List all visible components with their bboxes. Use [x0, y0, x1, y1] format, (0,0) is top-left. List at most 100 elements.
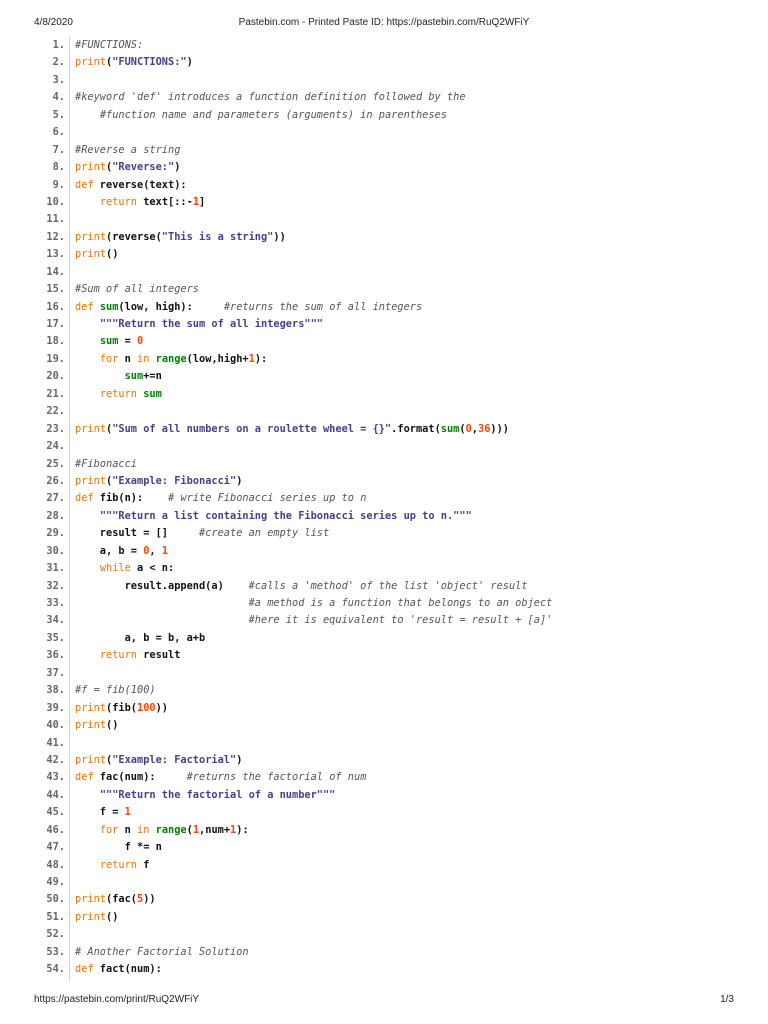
code-line: 21. return sum	[0, 386, 768, 403]
code-line: 16. def sum(low, high): #returns the sum …	[0, 299, 768, 316]
code-token: ))	[155, 701, 169, 714]
line-number: 7.	[52, 143, 65, 156]
line-number: 30.	[46, 544, 65, 557]
code-token: ,	[149, 544, 162, 557]
line-number: 35.	[46, 631, 65, 644]
line-number: 36.	[46, 649, 65, 662]
code-line: 35. a, b = b, a+b	[0, 630, 768, 647]
line-code: #here it is equivalent to 'result = resu…	[75, 612, 553, 629]
comment-token: #Reverse a string	[75, 143, 181, 156]
builtin-token: sum	[440, 422, 460, 435]
line-number: 51.	[46, 910, 65, 923]
line-number: 29.	[46, 527, 65, 540]
string-token: """Return the factorial of a number"""	[99, 788, 336, 801]
comment-token: #Fibonacci	[75, 457, 137, 470]
code-line: 30. a, b = 0, 1	[0, 543, 768, 560]
code-line: 27. def fib(n): # write Fibonacci series …	[0, 490, 768, 507]
keyword-token: print	[75, 422, 106, 435]
line-code: print("Example: Fibonacci")	[75, 473, 242, 490]
comment-token: #here it is equivalent to 'result = resu…	[248, 614, 553, 627]
comment-token: #keyword 'def' introduces a function def…	[75, 91, 466, 104]
keyword-token: print	[75, 701, 106, 714]
comment-token: #create an empty list	[199, 527, 330, 540]
line-code: print()	[75, 909, 118, 926]
string-token: "Example: Factorial"	[112, 753, 237, 766]
code-line: 38. #f = fib(100)	[0, 682, 768, 699]
line-number: 3.	[52, 73, 65, 86]
line-number: 48.	[46, 858, 65, 871]
line-code: while a < n:	[75, 560, 174, 577]
line-code: print("Sum of all numbers on a roulette …	[75, 421, 509, 438]
line-number: 14.	[46, 265, 65, 278]
line-code: print("Example: Factorial")	[75, 752, 242, 769]
code-line: 10. return text[::-1]	[0, 194, 768, 211]
builtin-token: sum	[143, 387, 162, 400]
line-number: 26.	[46, 474, 65, 487]
code-token: fac(num):	[93, 771, 187, 784]
code-token: result.append(a)	[75, 579, 249, 592]
code-line: 12. print(reverse("This is a string"))	[0, 229, 768, 246]
code-token: +=n	[143, 370, 162, 383]
footer-url: https://pastebin.com/print/RuQ2WFiY	[34, 994, 200, 1005]
line-number: 49.	[46, 876, 65, 888]
line-number: 27.	[46, 492, 65, 505]
code-line: 52.	[0, 926, 768, 943]
code-line: 44. """Return the factorial of a number"…	[0, 787, 768, 804]
line-code: #Fibonacci	[75, 456, 137, 473]
line-number: 50.	[46, 893, 65, 906]
line-number: 32.	[46, 579, 65, 592]
code-line: 20. sum+=n	[0, 368, 768, 385]
line-code: #keyword 'def' introduces a function def…	[75, 89, 466, 106]
line-code: return text[::-1]	[75, 194, 205, 211]
keyword-token: for	[99, 823, 119, 836]
line-code: for n in range(1,num+1):	[75, 822, 249, 839]
line-code: return sum	[75, 386, 162, 403]
comment-token: #calls a 'method' of the list 'object' r…	[248, 579, 528, 592]
keyword-token: print	[75, 910, 106, 923]
line-code: a, b = 0, 1	[75, 543, 168, 560]
line-number: 43.	[46, 771, 65, 784]
code-line: 51. print()	[0, 909, 768, 926]
line-number: 39.	[46, 701, 65, 714]
string-token: "FUNCTIONS:"	[112, 56, 187, 69]
keyword-token: print	[75, 719, 106, 732]
code-line: 8. print("Reverse:")	[0, 159, 768, 176]
line-code: print("Reverse:")	[75, 159, 180, 176]
keyword-token: print	[75, 248, 106, 261]
code-line: 33. #a method is a function that belongs…	[0, 595, 768, 612]
keyword-token: in	[137, 823, 150, 836]
code-token: ()	[106, 719, 119, 732]
line-number: 22.	[46, 405, 65, 418]
keyword-token: def	[75, 300, 94, 313]
comment-token: # Another Factorial Solution	[75, 945, 249, 958]
line-number: 8.	[52, 161, 65, 174]
code-line: 48. return f	[0, 857, 768, 874]
keyword-token: def	[75, 963, 94, 976]
code-line: 50. print(fac(5))	[0, 891, 768, 908]
line-number: 10.	[46, 195, 65, 208]
line-code: for n in range(low,high+1):	[75, 351, 267, 368]
line-number: 24.	[46, 440, 65, 453]
line-number: 37.	[46, 666, 65, 679]
line-number: 19.	[46, 352, 65, 365]
keyword-token: while	[99, 562, 131, 575]
keyword-token: def	[75, 771, 94, 784]
code-token: n	[118, 823, 138, 836]
line-code: #a method is a function that belongs to …	[75, 595, 553, 612]
comment-token: #function name and parameters (arguments…	[99, 108, 447, 121]
line-code: print(fib(100))	[75, 700, 168, 717]
code-token: f *= n	[75, 841, 162, 854]
code-line: 23. print("Sum of all numbers on a roulet…	[0, 421, 768, 438]
code-line: 22.	[0, 403, 768, 420]
keyword-token: print	[75, 474, 106, 487]
code-line: 11.	[0, 211, 768, 228]
keyword-token: return	[99, 195, 138, 208]
code-token: ()	[106, 248, 119, 261]
keyword-token: in	[137, 352, 150, 365]
string-token: "Sum of all numbers on a roulette wheel …	[112, 422, 392, 435]
